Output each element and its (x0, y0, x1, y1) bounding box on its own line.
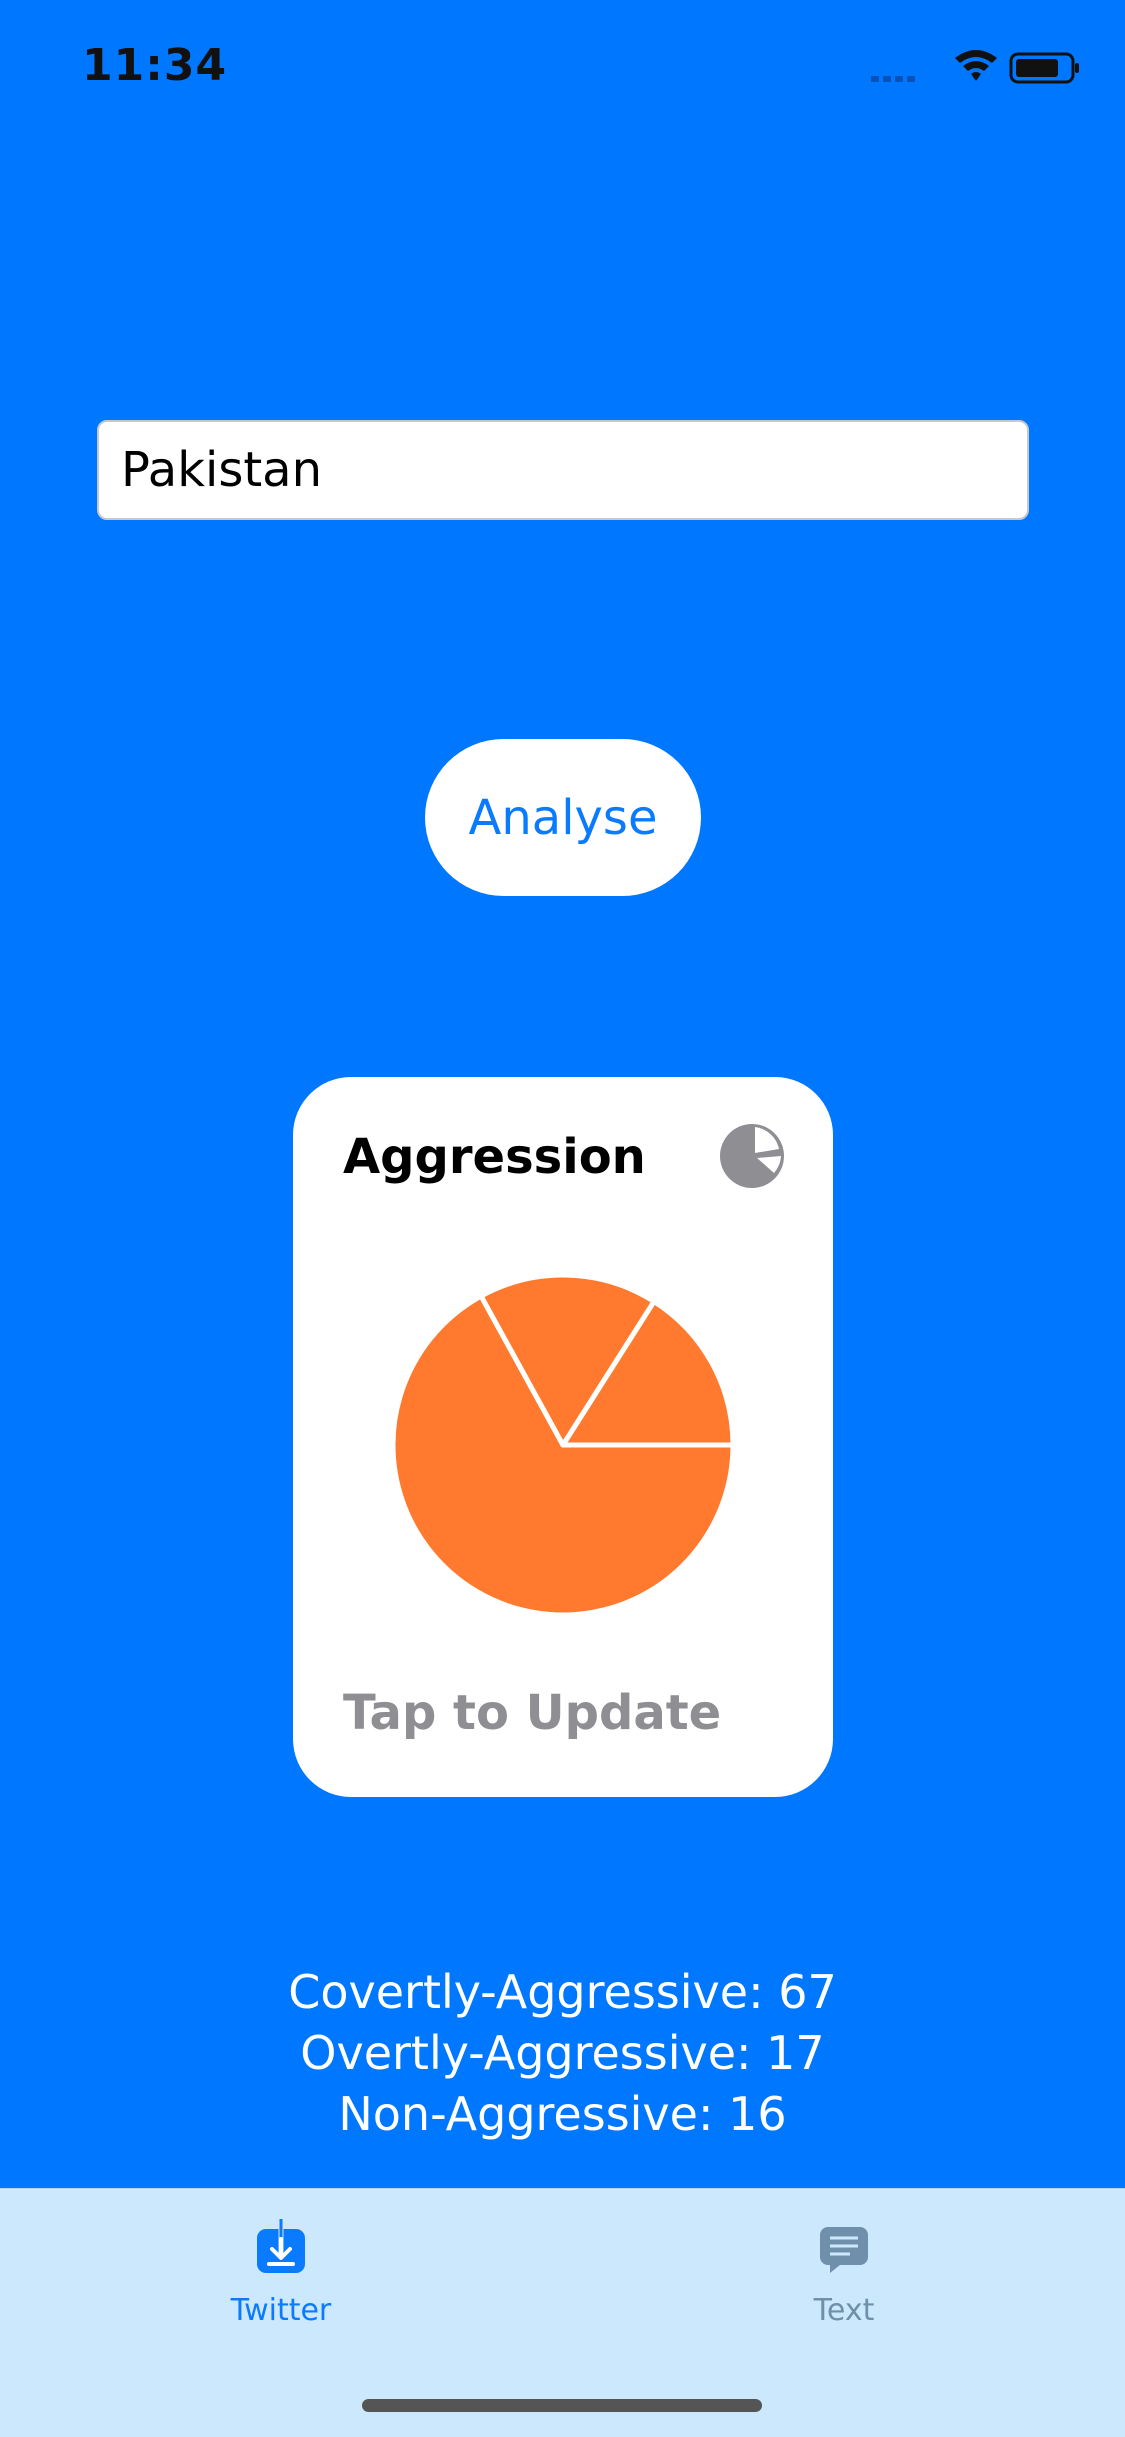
status-time: 11:34 (82, 40, 228, 91)
chat-bubble-icon (820, 2227, 868, 2273)
battery-icon (1009, 52, 1079, 84)
aggression-card[interactable]: Aggression Tap to Update (293, 1077, 833, 1797)
search-input[interactable] (97, 420, 1029, 520)
tab-bar: Twitter Text (0, 2188, 1125, 2437)
tab-label: Twitter (230, 2293, 332, 2328)
tap-to-update-label[interactable]: Tap to Update (343, 1685, 721, 1741)
cellular-signal-icon (871, 76, 915, 82)
result-covertly-aggressive: Covertly-Aggressive: 67 (288, 1965, 837, 2019)
analyse-button[interactable]: Analyse (425, 739, 701, 896)
results-summary: Covertly-Aggressive: 67 Overtly-Aggressi… (0, 1962, 1125, 2145)
wifi-icon (955, 50, 997, 81)
aggression-pie-chart (390, 1272, 736, 1618)
tab-twitter[interactable]: Twitter (131, 2189, 431, 2359)
home-indicator (362, 2399, 762, 2412)
tab-text[interactable]: Text (694, 2189, 994, 2359)
status-icons (871, 50, 1079, 84)
status-bar: 11:34 (0, 0, 1125, 140)
result-non-aggressive: Non-Aggressive: 16 (338, 2087, 787, 2141)
pie-chart-icon (720, 1124, 784, 1188)
download-tray-icon (257, 2219, 305, 2273)
result-overtly-aggressive: Overtly-Aggressive: 17 (300, 2026, 825, 2080)
tab-label: Text (813, 2293, 875, 2328)
card-title: Aggression (343, 1129, 646, 1185)
